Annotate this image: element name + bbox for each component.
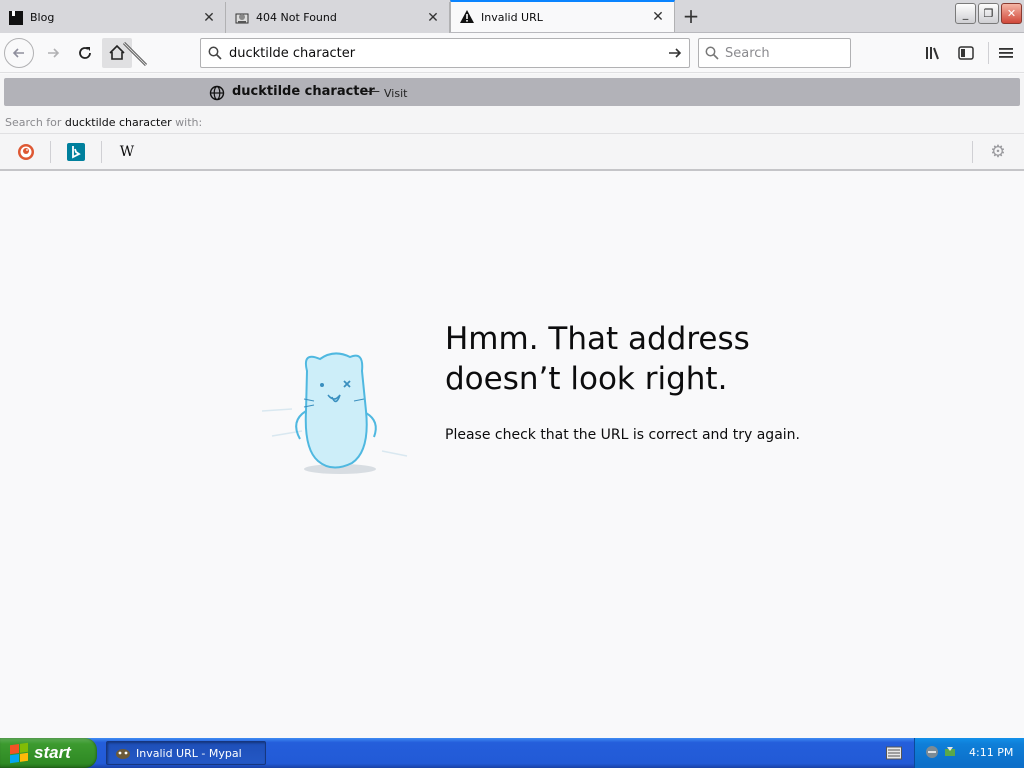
error-description: Please check that the URL is correct and…	[445, 427, 800, 443]
toolbar-separator	[988, 42, 989, 64]
confused-creature-illustration	[261, 341, 412, 481]
autocomplete-row-visit[interactable]: ducktilde character — Visit	[4, 78, 1020, 106]
close-window-button[interactable]: ✕	[1001, 3, 1022, 24]
wikipedia-icon[interactable]: W	[117, 142, 137, 162]
hamburger-menu-icon	[999, 48, 1013, 58]
tab-title: Blog	[30, 11, 55, 24]
restore-button[interactable]: ❐	[978, 3, 999, 24]
search-bar[interactable]: Search	[698, 38, 851, 68]
go-arrow-icon[interactable]	[661, 45, 689, 61]
sidebar-icon	[958, 46, 974, 60]
autocomplete-popup: ducktilde character — Visit Search for d…	[0, 74, 1024, 171]
warning-icon	[459, 9, 475, 25]
error-page: Hmm. That address doesn’t look right. Pl…	[0, 171, 1024, 738]
search-icon	[699, 46, 725, 60]
back-button[interactable]	[4, 38, 34, 68]
sidebar-button[interactable]	[951, 38, 981, 68]
menu-button[interactable]	[991, 38, 1021, 68]
safely-remove-icon[interactable]	[943, 745, 957, 759]
close-tab-icon[interactable]: ✕	[201, 10, 217, 26]
forward-button[interactable]	[38, 38, 68, 68]
engine-separator	[101, 141, 102, 163]
tab-title: Invalid URL	[481, 10, 543, 24]
close-tab-icon[interactable]: ✕	[650, 9, 666, 25]
cursor-icon	[122, 41, 150, 69]
blog-favicon-icon	[8, 10, 24, 26]
error-title: Hmm. That address doesn’t look right.	[445, 319, 845, 399]
duckduckgo-icon[interactable]	[16, 142, 36, 162]
reload-button[interactable]	[70, 38, 100, 68]
engine-separator	[972, 141, 973, 163]
arrow-left-icon	[12, 48, 24, 58]
error-title-line2: doesn’t look right.	[445, 361, 728, 397]
tab-title: 404 Not Found	[256, 11, 337, 24]
error-title-line1: Hmm. That address	[445, 321, 750, 357]
tab-invalid-url[interactable]: Invalid URL ✕	[450, 0, 675, 32]
windows-flag-icon	[10, 742, 28, 764]
library-button[interactable]	[919, 38, 949, 68]
tab-blog[interactable]: Blog ✕	[0, 2, 226, 33]
system-tray: 4:11 PM	[914, 738, 1024, 768]
search-for-query: ducktilde character	[64, 116, 172, 129]
new-tab-button[interactable]: +	[680, 4, 702, 28]
search-for-label: Search for ducktilde character with:	[5, 116, 202, 129]
start-button[interactable]: start	[0, 738, 97, 768]
globe-icon	[209, 85, 225, 101]
start-label: start	[34, 743, 71, 762]
search-input[interactable]: Search	[725, 46, 770, 61]
engine-separator	[50, 141, 51, 163]
mypal-icon	[115, 745, 131, 761]
url-input[interactable]: ducktilde character	[229, 46, 661, 61]
autocomplete-title: ducktilde character	[232, 84, 375, 99]
close-tab-icon[interactable]: ✕	[425, 10, 441, 26]
autocomplete-action: Visit	[384, 87, 408, 100]
clock[interactable]: 4:11 PM	[969, 746, 1013, 759]
taskbar-window-label: Invalid URL - Mypal	[136, 746, 242, 760]
keyboard-icon[interactable]	[886, 746, 902, 760]
reload-icon	[79, 47, 91, 59]
library-icon	[926, 47, 939, 60]
url-bar[interactable]: ducktilde character	[200, 38, 690, 68]
search-icon	[201, 46, 229, 60]
bing-icon[interactable]	[66, 142, 86, 162]
minimize-button[interactable]: _	[955, 3, 976, 24]
tab-strip: Blog ✕ 404 Not Found ✕ Invalid URL ✕ + _…	[0, 0, 1024, 33]
wikipedia-glyph: W	[119, 144, 135, 160]
search-for-suffix: with:	[175, 116, 203, 129]
navigation-toolbar: ducktilde character Search	[0, 33, 1024, 73]
one-off-search-engines: W ⚙	[0, 134, 1024, 169]
taskbar: start Invalid URL - Mypal 4:11 PM	[0, 738, 1024, 768]
autocomplete-separator: —	[367, 84, 380, 99]
search-for-prefix: Search for	[5, 116, 62, 129]
network-icon[interactable]	[925, 745, 939, 759]
taskbar-window-button[interactable]: Invalid URL - Mypal	[106, 741, 266, 765]
gear-icon[interactable]: ⚙	[988, 142, 1008, 162]
arrow-right-icon	[48, 48, 60, 58]
server-favicon-icon	[234, 10, 250, 26]
tab-404-not-found[interactable]: 404 Not Found ✕	[226, 2, 450, 33]
